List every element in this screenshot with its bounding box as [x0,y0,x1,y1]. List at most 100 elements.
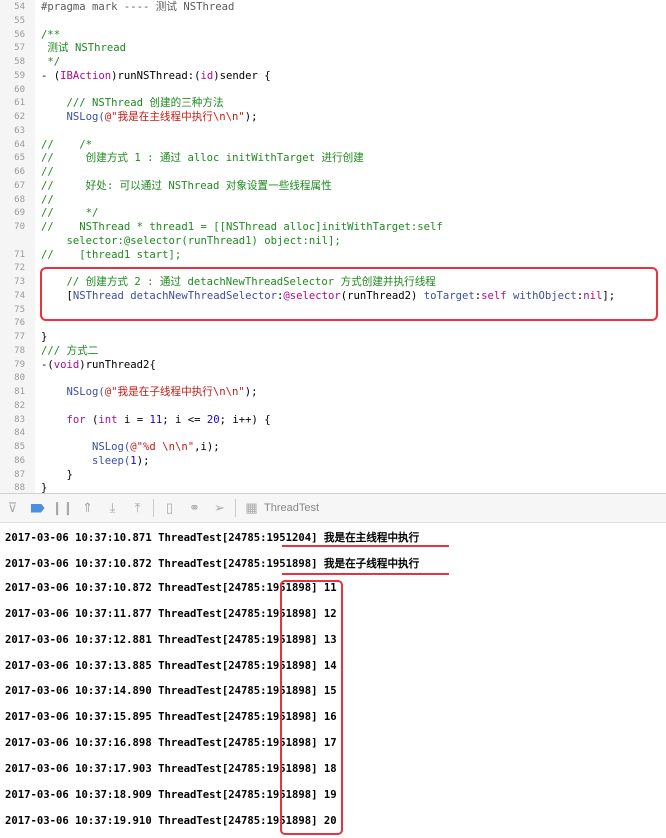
code-token: } [41,331,48,343]
code-text: /// NSThread 创建的三种方法 [41,96,224,110]
line-number: 77 [14,332,25,342]
code-token: */ [41,56,61,68]
code-token: i = [117,413,150,426]
code-token: // NSThread * thread1 = [[NSThread alloc… [41,221,443,233]
debug-toolbar: ⊽ ❙❙ ⇑ ⤓ ⤒ ▯ ⚭ ➢ ▦ ThreadTest [0,493,666,523]
code-text: // NSThread * thread1 = [[NSThread alloc… [41,220,443,234]
code-line: 57 测试 NSThread [0,41,666,55]
step-over-icon[interactable]: ⇑ [75,498,100,518]
hide-debug-area-icon[interactable]: ⊽ [0,498,25,518]
breakpoints-toggle-icon[interactable] [25,498,50,518]
code-text: } [41,330,47,344]
step-into-icon[interactable]: ⤓ [100,498,125,518]
code-text: -(void)runThread2{ [41,358,156,372]
code-token: // 创建方式 1 : 通过 alloc initWithTarget 进行创建 [41,152,364,165]
code-token: 20 [206,413,220,426]
divider [153,499,154,517]
line-number: 58 [14,57,25,67]
code-line: 87 } [0,468,666,482]
code-text: NSLog(@"我是在子线程中执行\n\n"); [41,385,258,399]
code-token: @"%d \n\n" [130,441,195,453]
code-token: ; i++) { [219,413,271,426]
code-editor[interactable]: 54 #pragma mark ---- 测试 NSThread 55 56/** 57… [0,0,666,494]
pause-icon[interactable]: ❙❙ [50,498,75,518]
target-label[interactable]: ThreadTest [264,502,319,514]
line-number: 83 [14,414,25,425]
code-line: 54 #pragma mark ---- 测试 NSThread [0,0,666,14]
code-line: 64 // /* [0,138,666,152]
code-token: 测试 NSThread [41,42,126,55]
code-token: ); [244,386,258,398]
code-line: 63 [0,124,666,138]
code-token: int [98,413,118,426]
code-token: NSLog( [41,386,105,398]
code-token: for [66,413,86,426]
code-line: 65 // 创建方式 1 : 通过 alloc initWithTarget 进行… [0,151,666,165]
code-token: // 好处: 可以通过 NSThread 对象设置一些线程属性 [41,179,332,192]
line-number: 84 [14,428,25,439]
code-token: - ( [41,69,61,82]
line-number: 87 [14,469,25,480]
line-number: 54 [14,2,25,12]
code-token: 11 [149,413,163,426]
code-token: ); [136,454,150,467]
code-token: ( [85,413,99,426]
thread-id-box-annotation [280,580,343,835]
line-number: 82 [14,400,25,411]
code-token: ); [244,111,258,123]
line-number: 66 [14,167,25,177]
code-text: #pragma mark ---- 测试 NSThread [41,0,234,14]
console-log-line: 2017-03-06 10:37:10.872 ThreadTest[24785… [5,557,420,570]
code-token: -( [41,358,54,371]
code-line: 86 sleep(1); [0,454,666,468]
code-line: 78 /// 方式二 [0,344,666,358]
line-number: 61 [14,98,25,109]
code-line: selector:@selector(runThread1) object:ni… [0,234,666,248]
code-token: // [41,166,54,178]
code-token: ,i); [194,441,220,453]
code-line: 82 [0,399,666,413]
code-token: // */ [41,207,99,220]
line-number: 64 [14,139,25,150]
line-number: 69 [14,208,25,219]
line-number: 79 [14,359,25,370]
line-number: 59 [14,70,25,81]
code-line: 68 // [0,193,666,207]
code-text: /// 方式二 [41,344,98,358]
location-icon[interactable]: ➢ [207,498,232,518]
code-token: id [200,69,214,82]
code-text: // [41,193,54,207]
code-token: )sender { [213,69,271,82]
line-number: 68 [14,194,25,205]
code-line: 55 [0,14,666,28]
code-token: void [53,358,80,371]
code-line: 66 // [0,165,666,179]
code-token: )runThread2{ [79,358,156,371]
code-text: // [41,165,54,179]
code-token: ; i <= [162,413,207,426]
memory-graph-icon[interactable]: ⚭ [182,498,207,518]
code-text: /** [41,28,60,42]
code-token: /** [41,28,61,41]
code-token: @"我是在子线程中执行\n\n" [104,386,245,398]
code-token: IBAction [60,69,112,82]
code-token: /// 方式二 [41,344,99,357]
code-text: */ [41,55,60,69]
line-number: 74 [14,290,25,301]
code-line: 62 NSLog(@"我是在主线程中执行\n\n"); [0,110,666,124]
code-line: 70 // NSThread * thread1 = [[NSThread all… [0,220,666,234]
line-number: 80 [14,373,25,384]
line-number: 78 [14,345,25,356]
console-log-line: 2017-03-06 10:37:10.871 ThreadTest[24785… [5,532,420,544]
code-token: @"我是在主线程中执行\n\n" [104,111,245,123]
code-token: selector:@selector(runThread1) object:ni… [41,234,341,247]
code-line: 58 */ [0,55,666,69]
underline-annotation [282,545,449,547]
code-text: sleep(1); [41,454,149,468]
code-text: // [thread1 start]; [41,248,181,262]
code-token: sleep( [41,454,131,467]
view-hierarchy-icon[interactable]: ▯ [157,498,182,518]
code-text: NSLog(@"我是在主线程中执行\n\n"); [41,110,258,124]
line-number: 65 [14,153,25,164]
step-out-icon[interactable]: ⤒ [125,498,150,518]
